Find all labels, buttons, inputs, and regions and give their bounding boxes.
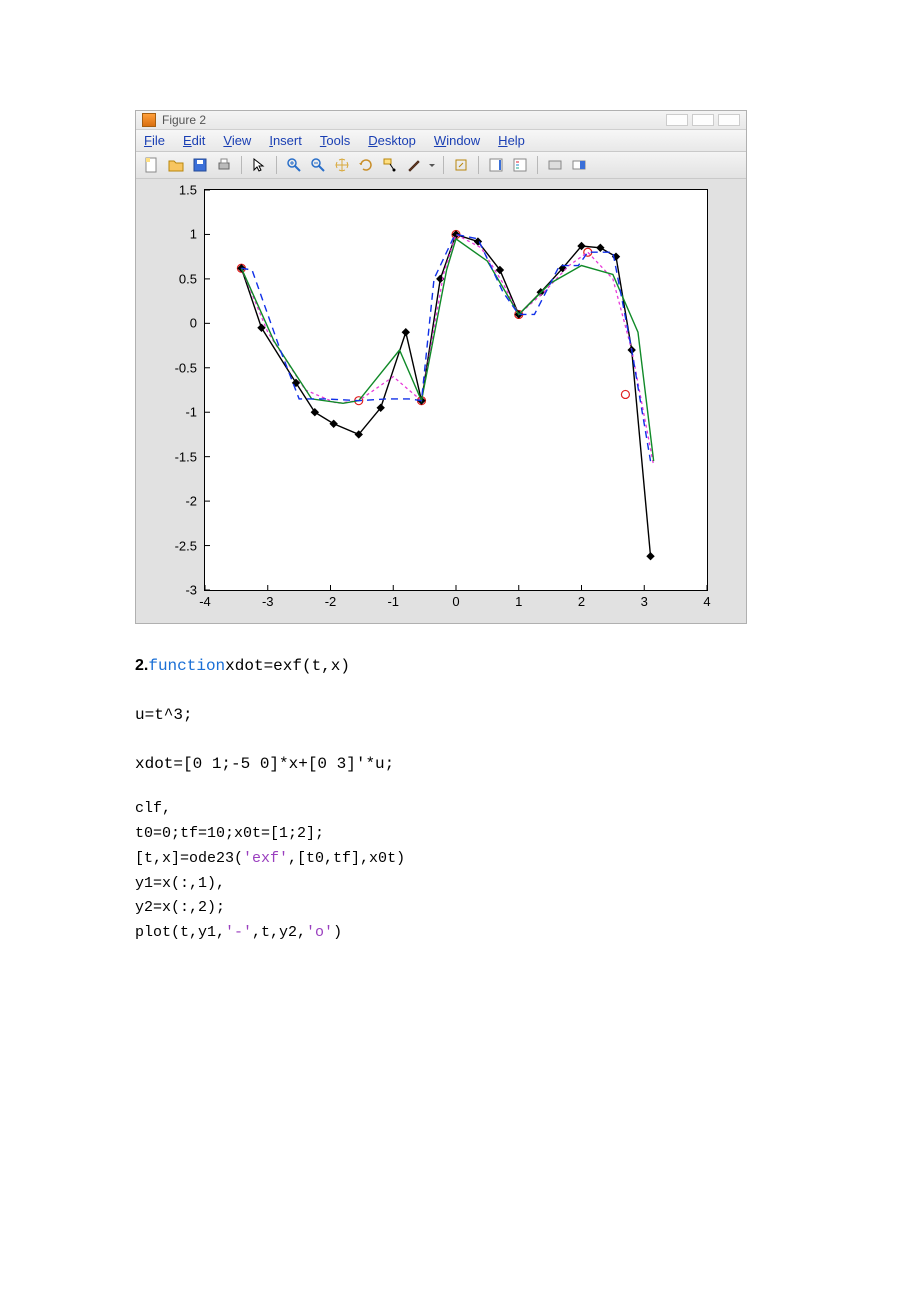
legend-icon[interactable] — [510, 155, 530, 175]
menu-desktop[interactable]: Desktop — [368, 133, 416, 148]
save-icon[interactable] — [190, 155, 210, 175]
pan-icon[interactable] — [332, 155, 352, 175]
figure-toolbar — [136, 152, 746, 179]
menu-insert[interactable]: Insert — [269, 133, 302, 148]
rotate-icon[interactable] — [356, 155, 376, 175]
open-folder-icon[interactable] — [166, 155, 186, 175]
function-signature: xdot=exf(t,x) — [225, 657, 350, 675]
figure-titlebar: Figure 2 — [136, 111, 746, 130]
link-icon[interactable] — [451, 155, 471, 175]
code-line-y2: y2=x(:,2); — [135, 899, 790, 918]
menu-edit[interactable]: Edit — [183, 133, 205, 148]
show-plot-icon[interactable] — [569, 155, 589, 175]
code-plot-c: ,t,y2, — [252, 924, 306, 941]
hide-plot-icon[interactable] — [545, 155, 565, 175]
menu-view[interactable]: View — [223, 133, 251, 148]
minimize-button[interactable] — [666, 114, 688, 126]
code-line-clf: clf, — [135, 800, 790, 819]
axes-box: -3-2.5-2-1.5-1-0.500.511.5-4-3-2-101234 — [204, 189, 708, 591]
colorbar-icon[interactable] — [486, 155, 506, 175]
brush-icon[interactable] — [404, 155, 424, 175]
code-ode-c: ,[t0,tf],x0t) — [288, 850, 405, 867]
code-line-t0: t0=0;tf=10;x0t=[1;2]; — [135, 825, 790, 844]
item-number: 2. — [135, 657, 148, 674]
window-buttons — [666, 114, 740, 126]
matlab-figure-icon — [142, 113, 156, 127]
plot-area: -3-2.5-2-1.5-1-0.500.511.5-4-3-2-101234 — [136, 179, 746, 623]
close-window-button[interactable] — [718, 114, 740, 126]
print-icon[interactable] — [214, 155, 234, 175]
code-plot-e: ) — [333, 924, 342, 941]
code-block: 2.functionxdot=exf(t,x) u=t^3; xdot=[0 1… — [135, 654, 790, 943]
pointer-icon[interactable] — [249, 155, 269, 175]
code-plot-a: plot(t,y1, — [135, 924, 225, 941]
code-ode-str: 'exf' — [243, 850, 288, 867]
code-plot-s1: '-' — [225, 924, 252, 941]
code-line-xdot: xdot=[0 1;-5 0]*x+[0 3]'*u; — [135, 752, 790, 777]
dropdown-icon[interactable] — [428, 155, 436, 175]
zoom-in-icon[interactable] — [284, 155, 304, 175]
maximize-button[interactable] — [692, 114, 714, 126]
menu-help[interactable]: Help — [498, 133, 525, 148]
figure-title: Figure 2 — [162, 113, 206, 127]
menu-tools[interactable]: Tools — [320, 133, 350, 148]
keyword-function: function — [148, 657, 225, 675]
code-line-u: u=t^3; — [135, 703, 790, 728]
code-line-y1: y1=x(:,1), — [135, 875, 790, 894]
figure-window: Figure 2 File Edit View Insert Tools Des… — [135, 110, 747, 624]
menu-window[interactable]: Window — [434, 133, 480, 148]
zoom-out-icon[interactable] — [308, 155, 328, 175]
figure-menubar: File Edit View Insert Tools Desktop Wind… — [136, 130, 746, 152]
menu-file[interactable]: File — [144, 133, 165, 148]
new-file-icon[interactable] — [142, 155, 162, 175]
code-ode-a: [t,x]=ode23( — [135, 850, 243, 867]
code-plot-s2: 'o' — [306, 924, 333, 941]
data-cursor-icon[interactable] — [380, 155, 400, 175]
plot-canvas — [205, 190, 707, 590]
